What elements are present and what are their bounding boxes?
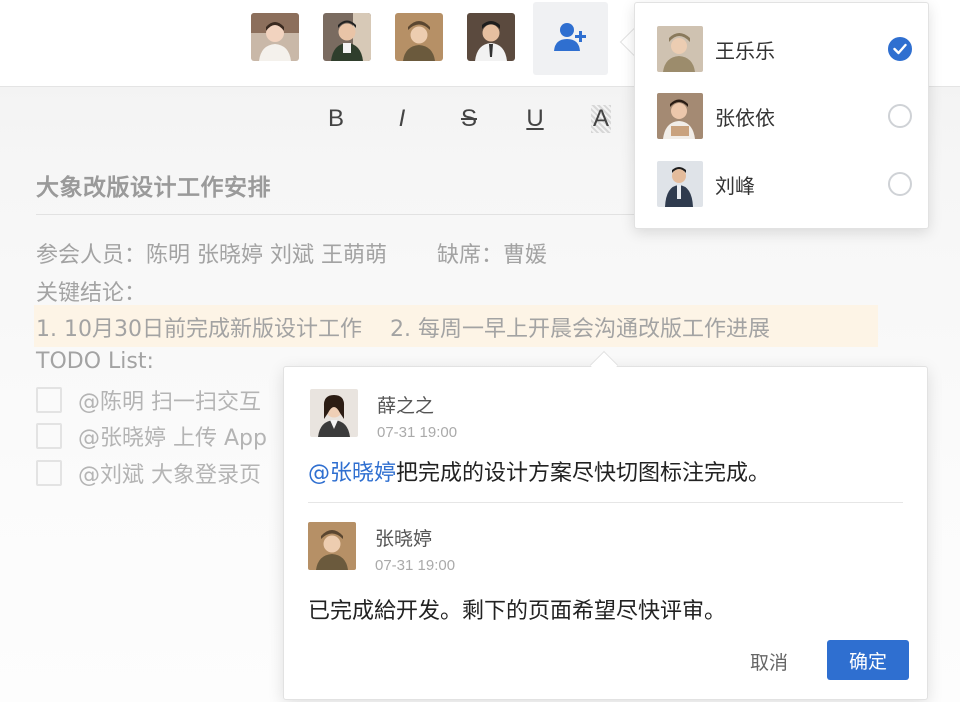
comment-divider: [308, 502, 903, 503]
todo-checkbox[interactable]: [36, 423, 62, 449]
mention-link[interactable]: @张晓婷: [308, 461, 396, 486]
comment-time: 07-31 19:00: [375, 557, 456, 574]
bold-button[interactable]: B: [321, 104, 351, 134]
underline-icon: U: [526, 105, 544, 132]
bold-icon: B: [327, 105, 344, 132]
avatar: [657, 26, 703, 72]
todo-item: @刘斌 大象登录页: [36, 458, 261, 488]
strikethrough-icon: S: [460, 105, 477, 132]
attendees-line: 参会人员：陈明 张晓婷 刘斌 王萌萌 缺席：曹媛: [36, 237, 547, 269]
avatar: [310, 389, 358, 437]
avatar: [657, 93, 703, 139]
radio-unchecked-icon[interactable]: [888, 104, 912, 128]
strikethrough-button[interactable]: S: [454, 104, 484, 134]
avatar[interactable]: [323, 13, 371, 61]
text-highlight-button[interactable]: A: [586, 104, 616, 134]
document-title: 大象改版设计工作安排: [36, 175, 271, 201]
member-name: 王乐乐: [715, 38, 775, 63]
conclusion-items: 1. 10月30日前完成新版设计工作 2. 每周一早上开晨会沟通改版工作进展: [36, 311, 770, 343]
comment-popup: 薛之之 07-31 19:00 @张晓婷把完成的设计方案尽快切图标注完成。 张晓…: [283, 366, 928, 700]
conclusion-label: 关键结论：: [36, 281, 147, 306]
highlight-icon: A: [590, 105, 611, 133]
todo-checkbox[interactable]: [36, 460, 62, 486]
comment-body: @张晓婷把完成的设计方案尽快切图标注完成。: [308, 455, 770, 487]
todo-checkbox[interactable]: [36, 387, 62, 413]
member-picker: 王乐乐 张依依 刘峰: [634, 2, 929, 229]
comment-text: 已完成給开发。剩下的页面希望尽快评审。: [308, 599, 727, 624]
cancel-button[interactable]: 取消: [734, 641, 804, 681]
todo-text: @刘斌 大象登录页: [78, 463, 261, 488]
attendees-label: 参会人员：陈明 张晓婷 刘斌 王萌萌: [36, 243, 387, 268]
todo-item: @陈明 扫一扫交互: [36, 385, 261, 415]
radio-unchecked-icon[interactable]: [888, 172, 912, 196]
radio-checked-icon[interactable]: [888, 37, 912, 61]
member-option[interactable]: 张依依: [657, 92, 912, 140]
avatar: [657, 161, 703, 207]
avatar: [308, 522, 356, 570]
absent-label: 缺席：曹媛: [436, 243, 547, 268]
comment-author: 张晓婷: [375, 528, 433, 550]
italic-icon: I: [398, 105, 406, 132]
todo-text: @陈明 扫一扫交互: [78, 390, 261, 415]
member-name: 刘峰: [715, 173, 755, 198]
todo-item: @张晓婷 上传 App: [36, 421, 267, 451]
comment-text: 把完成的设计方案尽快切图标注完成。: [396, 461, 771, 486]
todo-text: @张晓婷 上传 App: [78, 426, 267, 451]
italic-button[interactable]: I: [387, 104, 417, 134]
conclusion-item: 1. 10月30日前完成新版设计工作: [36, 317, 362, 342]
avatar[interactable]: [251, 13, 299, 61]
user-plus-icon: [553, 21, 589, 57]
avatar[interactable]: [395, 13, 443, 61]
comment-time: 07-31 19:00: [377, 424, 458, 441]
underline-button[interactable]: U: [520, 104, 550, 134]
member-option[interactable]: 王乐乐: [657, 25, 912, 73]
conclusion-item: 2. 每周一早上开晨会沟通改版工作进展: [389, 317, 770, 342]
member-name: 张依依: [715, 105, 775, 130]
comment-author: 薛之之: [377, 395, 435, 417]
add-member-button[interactable]: [533, 2, 608, 75]
todo-title: TODO List:: [36, 349, 154, 374]
confirm-button[interactable]: 确定: [827, 640, 909, 680]
member-option[interactable]: 刘峰: [657, 160, 912, 208]
comment-body: 已完成給开发。剩下的页面希望尽快评审。: [308, 593, 726, 625]
avatar[interactable]: [467, 13, 515, 61]
